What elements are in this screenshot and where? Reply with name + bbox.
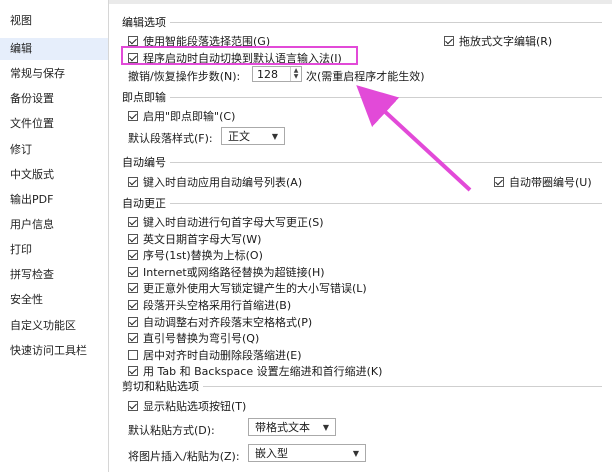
annotation-arrow-icon [356,85,472,192]
